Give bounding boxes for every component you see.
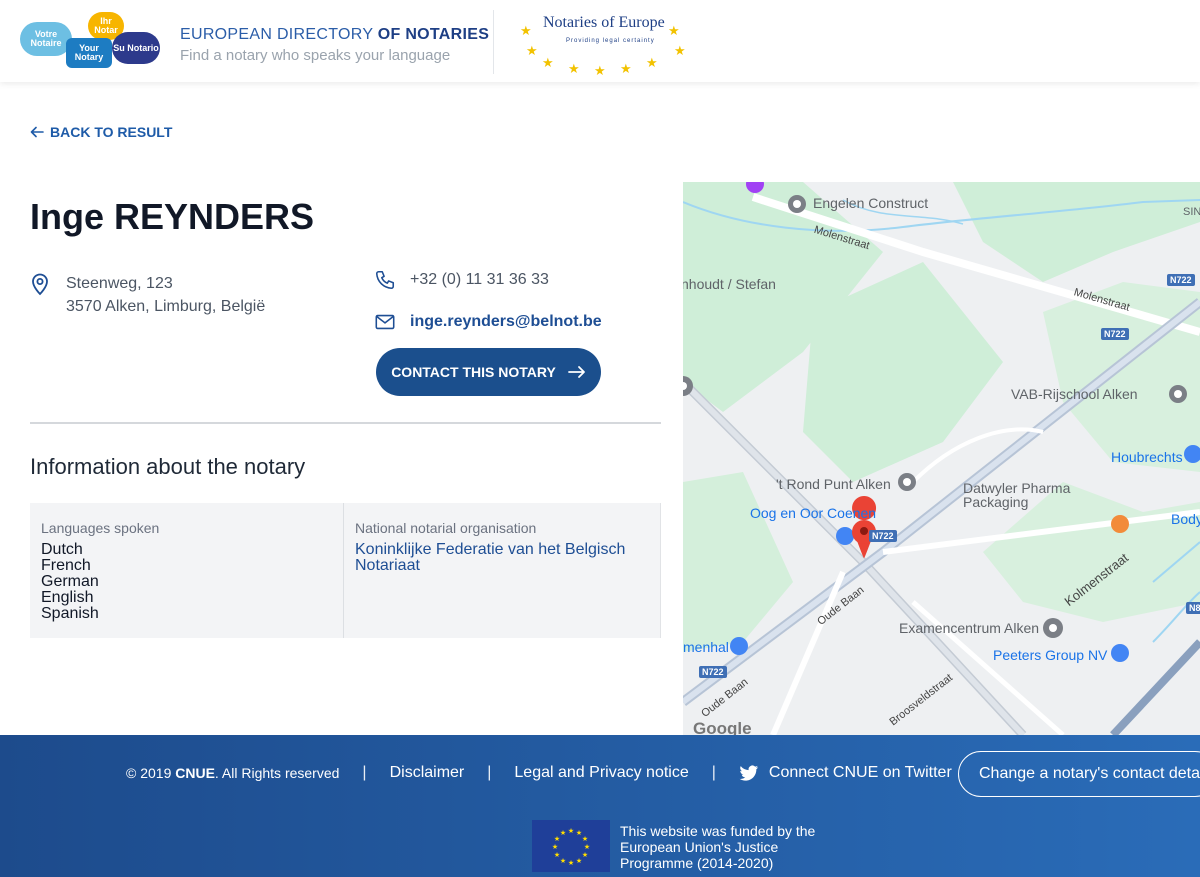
star-icon: ★ [520,23,532,38]
eu-text-line: Programme (2014-2020) [620,855,774,871]
twitter-label: Connect CNUE on Twitter [768,764,952,781]
site-header: Votre Notaire Ihr Notar Your Notary Su N… [0,0,1200,82]
svg-text:★: ★ [552,843,558,851]
footer-separator: | [487,764,492,781]
star-icon: ★ [646,55,658,70]
eu-text-line: European Union's Justice [620,839,779,855]
map-label-rondpunt: 't Rond Punt Alken [776,476,891,492]
site-brand[interactable]: EUROPEAN DIRECTORY OF NOTARIES Find a no… [180,26,489,64]
svg-text:★: ★ [584,843,590,851]
location-pin-icon [30,272,50,318]
twitter-link[interactable]: Connect CNUE on Twitter [739,764,952,782]
partner-title: Notaries of Europe [543,14,665,31]
language-item: Spanish [41,605,99,622]
google-logo: Google [693,719,752,735]
back-label: BACK TO RESULT [50,124,173,140]
map-label-sin: SIN [1183,206,1200,218]
brand-subtitle: Find a notary who speaks your language [180,47,451,64]
notary-phone[interactable]: +32 (0) 11 31 36 33 [374,269,549,291]
road-badge: N722 [1167,274,1195,286]
road-badge: N722 [699,666,727,678]
svg-text:★: ★ [576,857,582,865]
map-label-body: Body [1171,511,1200,527]
svg-text:★: ★ [582,835,588,843]
contact-notary-button[interactable]: CONTACT THIS NOTARY [376,348,601,396]
road-badge: N8 [1186,602,1200,614]
contact-button-label: CONTACT THIS NOTARY [391,364,556,380]
map-label-peeters: Peeters Group NV [993,647,1108,663]
language-item: Dutch [41,541,83,558]
logo-bubble-your: Your Notary [66,38,112,68]
svg-text:★: ★ [568,827,574,835]
disclaimer-link[interactable]: Disclaimer [390,764,465,782]
change-contact-button[interactable]: Change a notary's contact details [958,751,1200,797]
privacy-link[interactable]: Legal and Privacy notice [514,764,688,782]
map-label-vab: VAB-Rijschool Alken [1011,386,1138,402]
star-icon: ★ [668,23,680,38]
svg-text:★: ★ [554,851,560,859]
map-label-menhal: menhal [683,639,729,655]
twitter-icon [739,764,759,781]
footer-links: © 2019 CNUE. All Rights reserved | Discl… [126,764,952,782]
copyright: © 2019 CNUE. All Rights reserved [126,765,340,781]
language-item: French [41,557,91,574]
back-to-result-link[interactable]: BACK TO RESULT [30,124,172,140]
star-icon: ★ [568,61,580,76]
header-divider [493,10,494,74]
eu-funding-text: This website was funded by the European … [620,823,815,871]
section-divider [30,422,661,424]
mail-icon [375,314,395,330]
road-badge: N722 [1101,328,1129,340]
info-section-title: Information about the notary [30,454,306,479]
footer-separator: | [362,764,367,781]
logo-bubble-su: Su Notario [112,32,160,64]
svg-text:★: ★ [560,829,566,837]
svg-text:★: ★ [568,859,574,867]
info-grid: Languages spoken Dutch French German Eng… [30,503,661,638]
notary-address: Steenweg, 123 3570 Alken, Limburg, Belgi… [30,272,265,318]
svg-text:★: ★ [582,851,588,859]
arrow-right-icon [567,366,585,378]
svg-text:★: ★ [560,857,566,865]
languages-label: Languages spoken [41,520,160,536]
map-label-stefan: nhoudt / Stefan [683,276,776,292]
footer-separator: | [711,764,716,781]
site-logo-bubbles[interactable]: Votre Notaire Ihr Notar Your Notary Su N… [18,10,166,72]
star-icon: ★ [620,61,632,76]
organisation-column: National notarial organisation Koninklij… [344,503,660,638]
notary-email-link[interactable]: inge.reynders@belnot.be [374,311,602,333]
arrow-left-icon [30,126,44,138]
site-footer: © 2019 CNUE. All Rights reserved | Discl… [0,735,1200,877]
organisation-link[interactable]: Koninklijke Federatie van het Belgisch N… [355,542,649,574]
eu-text-line: This website was funded by the [620,823,816,839]
address-line-2: 3570 Alken, Limburg, België [66,298,266,315]
languages-column: Languages spoken Dutch French German Eng… [30,503,344,638]
notaries-of-europe-logo[interactable]: Notaries of Europe Providing legal certa… [518,8,688,78]
road-badge: N722 [869,530,897,542]
star-icon: ★ [674,43,686,58]
map-label-oog: Oog en Oor Coenen [750,505,877,521]
map-label-examencentrum: Examencentrum Alken [899,620,1040,636]
partner-subtitle: Providing legal certainty [566,38,655,44]
address-line-1: Steenweg, 123 [66,275,173,292]
map-view[interactable]: Engelen Construct Molenstraat Molenstraa… [683,182,1200,735]
phone-number: +32 (0) 11 31 36 33 [410,271,549,288]
brand-title: EUROPEAN DIRECTORY OF NOTARIES [180,26,490,43]
star-icon: ★ [542,55,554,70]
language-item: German [41,573,99,590]
organisation-label: National notarial organisation [355,520,537,536]
star-icon: ★ [526,43,538,58]
map-label-engelen: Engelen Construct [813,195,929,211]
map-label-houbrechts: Houbrechts [1111,449,1183,465]
logo-bubble-votre: Votre Notaire [20,22,72,56]
notary-name: Inge REYNDERS [30,196,315,237]
phone-icon [375,270,395,290]
star-icon: ★ [594,63,606,78]
map-label-datwyler: Datwyler Pharma Packaging [963,480,1071,510]
email-address: inge.reynders@belnot.be [410,313,602,330]
eu-flag: ★ ★ ★ ★ ★ ★ ★ ★ ★ ★ ★ ★ [532,820,610,872]
language-item: English [41,589,94,606]
